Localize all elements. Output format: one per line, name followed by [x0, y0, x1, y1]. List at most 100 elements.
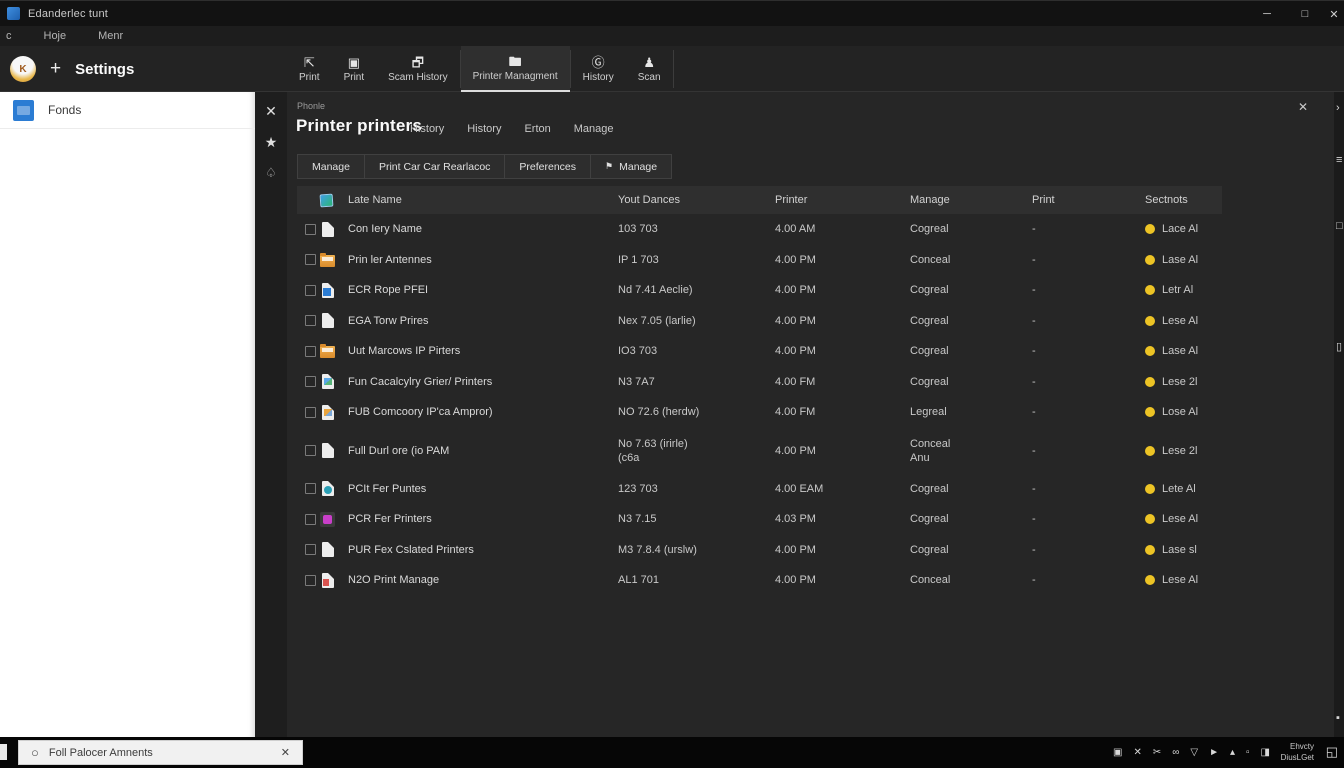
row-checkbox[interactable] — [305, 284, 316, 296]
subtab-preferences[interactable]: Preferences — [505, 155, 591, 178]
row-checkbox[interactable] — [305, 345, 316, 357]
link-manage[interactable]: Manage — [574, 123, 614, 135]
table-row[interactable]: FUB Comcoory IP'ca Ampror) NO 72.6 (herd… — [297, 397, 1222, 428]
tray-caret-icon[interactable]: ▴ — [1230, 747, 1235, 758]
menu-item-1[interactable]: Hoje — [40, 30, 71, 42]
manage-value[interactable]: Cogreal — [910, 344, 1032, 358]
manage-value[interactable]: Cogreal — [910, 222, 1032, 236]
manage-value[interactable]: Conceal — [910, 253, 1032, 267]
tray-square-icon[interactable]: ▫ — [1246, 747, 1250, 758]
sidebar-item-fonds[interactable]: Fonds — [0, 92, 255, 129]
printer-name[interactable]: ECR Rope PFEI — [348, 283, 618, 297]
row-checkbox[interactable] — [305, 315, 316, 327]
row-checkbox[interactable] — [305, 376, 316, 388]
subtab-print-car[interactable]: Print Car Car Rearlacoc — [364, 155, 505, 178]
printer-name[interactable]: Prin ler Antennes — [348, 253, 618, 267]
manage-value[interactable]: Legreal — [910, 405, 1032, 419]
col-printer[interactable]: Printer — [775, 194, 910, 206]
table-row[interactable]: Con Iery Name 103 703 4.00 AM Cogreal - … — [297, 214, 1222, 245]
manage-value[interactable]: Conceal — [910, 573, 1032, 587]
tray-image-icon[interactable]: ▣ — [1113, 747, 1122, 758]
show-desktop-icon[interactable]: ◱ — [1326, 744, 1338, 760]
row-checkbox[interactable] — [305, 445, 316, 456]
printer-name[interactable]: PUR Fex Cslated Printers — [348, 543, 618, 557]
row-checkbox[interactable] — [305, 483, 316, 495]
chevron-right-icon[interactable]: › — [1336, 102, 1340, 114]
printer-name[interactable]: PCIt Fer Puntes — [348, 482, 618, 496]
row-checkbox[interactable] — [305, 544, 316, 556]
maximize-button[interactable]: □ — [1286, 1, 1324, 27]
tray-window-icon[interactable]: ◨ — [1261, 747, 1270, 758]
tray-arrow-icon[interactable]: ► — [1209, 747, 1219, 758]
close-icon[interactable]: ✕ — [265, 104, 277, 118]
taskbar-search[interactable]: ○ Foll Palocer Amnents ✕ — [18, 740, 303, 765]
manage-value[interactable]: Cogreal — [910, 512, 1032, 526]
manage-value[interactable]: Conceal Anu — [910, 437, 1032, 465]
table-row[interactable]: Uut Marcows IP Pirters IO3 703 4.00 PM C… — [297, 336, 1222, 367]
printer-name[interactable]: Con Iery Name — [348, 222, 618, 236]
search-close-icon[interactable]: ✕ — [281, 746, 290, 759]
favorite-icon[interactable]: ★ — [265, 135, 278, 149]
list-icon[interactable]: ≡ — [1336, 154, 1342, 166]
avatar[interactable]: K — [10, 56, 36, 82]
col-manage[interactable]: Manage — [910, 194, 1032, 206]
tray-x-icon-1[interactable]: ✕ — [1133, 747, 1141, 758]
panel-close-icon[interactable]: ✕ — [1298, 100, 1308, 114]
tray-scissors-icon[interactable]: ✂ — [1153, 747, 1161, 758]
printer-name[interactable]: EGA Torw Prires — [348, 314, 618, 328]
profile-icon[interactable]: ♤ — [265, 166, 277, 180]
printer-name[interactable]: Uut Marcows IP Pirters — [348, 344, 618, 358]
tray-triangle-icon[interactable]: ▽ — [1190, 747, 1198, 758]
table-row[interactable]: PCIt Fer Puntes 123 703 4.00 EAM Cogreal… — [297, 474, 1222, 505]
table-row[interactable]: Full Durl ore (io PAM No 7.63 (irirle) (… — [297, 428, 1222, 474]
tab-print-2[interactable]: ▣ Print — [332, 46, 377, 92]
printer-name[interactable]: Full Durl ore (io PAM — [348, 444, 618, 458]
col-yout-dances[interactable]: Yout Dances — [618, 194, 775, 206]
col-print[interactable]: Print — [1032, 194, 1145, 206]
tray-clock[interactable]: Ehvcty DiusLGet — [1281, 741, 1314, 763]
row-checkbox[interactable] — [305, 574, 316, 586]
add-button[interactable]: + — [50, 58, 61, 80]
link-history-1[interactable]: History — [410, 123, 444, 135]
row-checkbox[interactable] — [305, 513, 316, 525]
monitor-icon[interactable]: □ — [1336, 220, 1343, 232]
manage-value[interactable]: Cogreal — [910, 482, 1032, 496]
tab-history[interactable]: Ⓖ History — [571, 46, 626, 92]
tab-print-1[interactable]: ⇱ Print — [287, 46, 332, 92]
subtab-manage-1[interactable]: Manage — [298, 155, 364, 178]
link-erton[interactable]: Erton — [524, 123, 550, 135]
row-checkbox[interactable] — [305, 254, 316, 266]
manage-value[interactable]: Cogreal — [910, 283, 1032, 297]
printer-name[interactable]: FUB Comcoory IP'ca Ampror) — [348, 405, 618, 419]
search-input[interactable]: Foll Palocer Amnents — [49, 747, 281, 759]
tab-scan[interactable]: ♟ Scan — [626, 46, 673, 92]
table-row[interactable]: N2O Print Manage AL1 701 4.00 PM Conceal… — [297, 565, 1222, 596]
table-row[interactable]: Fun Cacalcylry Grier/ Printers N3 7A7 4.… — [297, 367, 1222, 398]
taskbar-edge-icon[interactable] — [0, 744, 7, 760]
link-history-2[interactable]: History — [467, 123, 501, 135]
table-row[interactable]: PUR Fex Cslated Printers M3 7.8.4 (urslw… — [297, 535, 1222, 566]
menu-item-2[interactable]: Menr — [94, 30, 127, 42]
table-row[interactable]: Prin ler Antennes IP 1 703 4.00 PM Conce… — [297, 245, 1222, 276]
printer-name[interactable]: PCR Fer Printers — [348, 512, 618, 526]
printer-name[interactable]: Fun Cacalcylry Grier/ Printers — [348, 375, 618, 389]
col-late-name[interactable]: Late Name — [348, 194, 618, 206]
table-row[interactable]: ECR Rope PFEI Nd 7.41 Aeclie) 4.00 PM Co… — [297, 275, 1222, 306]
tray-wave-icon[interactable]: ∞ — [1172, 747, 1179, 758]
minimize-button[interactable]: ─ — [1248, 1, 1286, 27]
row-checkbox[interactable] — [305, 223, 316, 235]
dock-icon[interactable]: ▪ — [1336, 712, 1340, 724]
printer-name[interactable]: N2O Print Manage — [348, 573, 618, 587]
table-row[interactable]: PCR Fer Printers N3 7.15 4.03 PM Cogreal… — [297, 504, 1222, 535]
page-icon[interactable]: ▯ — [1336, 340, 1342, 353]
menu-item-0[interactable]: c — [2, 30, 16, 42]
tab-scan-history[interactable]: 🗗 Scam History — [376, 46, 459, 92]
subtab-manage-2[interactable]: ⚑ Manage — [591, 155, 672, 178]
manage-value[interactable]: Cogreal — [910, 375, 1032, 389]
close-button[interactable]: ✕ — [1324, 1, 1344, 27]
manage-value[interactable]: Cogreal — [910, 314, 1032, 328]
tab-printer-management[interactable]: 🖿 Printer Managment — [460, 46, 570, 92]
table-row[interactable]: EGA Torw Prires Nex 7.05 (larlie) 4.00 P… — [297, 306, 1222, 337]
row-checkbox[interactable] — [305, 406, 316, 418]
manage-value[interactable]: Cogreal — [910, 543, 1032, 557]
